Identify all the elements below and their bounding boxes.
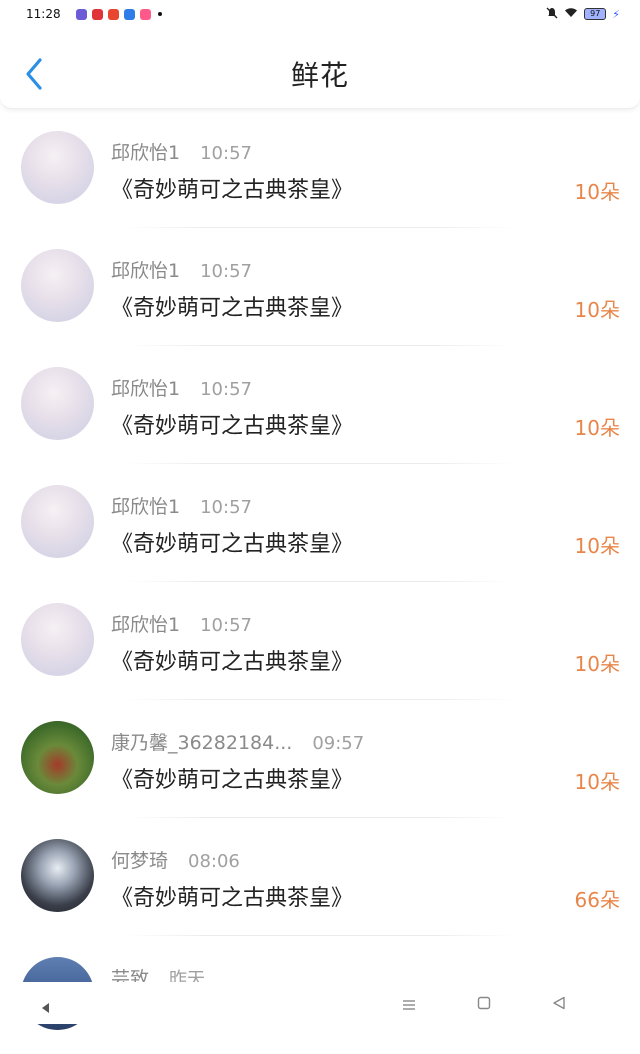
status-bar: 11:28 97 ⚡	[0, 0, 640, 28]
list-item[interactable]: 邱欣怡1 10:57 《奇妙萌可之古典茶皇》 10朵	[0, 110, 640, 228]
header: 鲜花	[0, 28, 640, 109]
book-title: 《奇妙萌可之古典茶皇》	[111, 414, 354, 439]
wifi-icon	[564, 7, 578, 21]
user-line: 邱欣怡1 10:57	[111, 138, 252, 165]
more-notifications-icon	[157, 12, 162, 16]
flower-count: 10朵	[574, 534, 620, 558]
avatar[interactable]	[21, 603, 94, 676]
book-title: 《奇妙萌可之古典茶皇》	[111, 886, 354, 911]
notification-icon	[123, 8, 135, 20]
user-line: 邱欣怡1 10:57	[111, 610, 252, 637]
battery-icon: 97	[584, 8, 607, 20]
flower-count: 10朵	[574, 652, 620, 676]
user-line: 康乃馨_36282184... 09:57	[111, 728, 364, 755]
username[interactable]: 邱欣怡1	[111, 374, 180, 401]
notification-icon	[139, 8, 151, 20]
list-item[interactable]: 何梦琦 08:06 《奇妙萌可之古典茶皇》 66朵	[0, 818, 640, 936]
book-title: 《奇妙萌可之古典茶皇》	[111, 178, 354, 203]
username[interactable]: 邱欣怡1	[111, 138, 180, 165]
system-nav-bar	[0, 982, 640, 1024]
timestamp: 10:57	[200, 261, 252, 282]
username[interactable]: 康乃馨_36282184...	[111, 728, 292, 755]
timestamp: 08:06	[188, 851, 240, 872]
flower-count: 66朵	[574, 888, 620, 912]
avatar[interactable]	[21, 721, 94, 794]
user-line: 何梦琦 08:06	[111, 846, 240, 873]
avatar[interactable]	[21, 839, 94, 912]
timestamp: 10:57	[200, 497, 252, 518]
timestamp: 10:57	[200, 379, 252, 400]
username[interactable]: 何梦琦	[111, 846, 168, 873]
flower-count: 10朵	[574, 416, 620, 440]
flower-count: 10朵	[574, 180, 620, 204]
book-title: 《奇妙萌可之古典茶皇》	[111, 768, 354, 793]
book-title: 《奇妙萌可之古典茶皇》	[111, 296, 354, 321]
back-triangle-icon[interactable]	[42, 998, 50, 1017]
list-item[interactable]: 康乃馨_36282184... 09:57 《奇妙萌可之古典茶皇》 10朵	[0, 700, 640, 818]
list-item[interactable]: 邱欣怡1 10:57 《奇妙萌可之古典茶皇》 10朵	[0, 582, 640, 700]
notification-icon	[75, 8, 87, 20]
user-line: 邱欣怡1 10:57	[111, 256, 252, 283]
home-square-icon[interactable]	[477, 995, 491, 1014]
charging-icon: ⚡	[612, 7, 620, 21]
notification-icon	[91, 8, 103, 20]
timestamp: 10:57	[200, 615, 252, 636]
menu-icon[interactable]	[402, 996, 416, 1015]
avatar[interactable]	[21, 367, 94, 440]
avatar[interactable]	[21, 485, 94, 558]
list-item[interactable]: 邱欣怡1 10:57 《奇妙萌可之古典茶皇》 10朵	[0, 228, 640, 346]
list-item[interactable]: 邱欣怡1 10:57 《奇妙萌可之古典茶皇》 10朵	[0, 464, 640, 582]
page-title: 鲜花	[290, 59, 349, 92]
mute-icon	[546, 7, 558, 22]
user-line: 邱欣怡1 10:57	[111, 492, 252, 519]
flower-list: 邱欣怡1 10:57 《奇妙萌可之古典茶皇》 10朵 邱欣怡1 10:57 《奇…	[0, 110, 640, 1054]
notification-icon	[107, 8, 119, 20]
status-time: 11:28	[26, 7, 61, 21]
username[interactable]: 邱欣怡1	[111, 492, 180, 519]
back-outline-icon[interactable]	[552, 995, 566, 1014]
user-line: 邱欣怡1 10:57	[111, 374, 252, 401]
flower-count: 10朵	[574, 298, 620, 322]
timestamp: 10:57	[200, 143, 252, 164]
list-item[interactable]: 邱欣怡1 10:57 《奇妙萌可之古典茶皇》 10朵	[0, 346, 640, 464]
book-title: 《奇妙萌可之古典茶皇》	[111, 650, 354, 675]
avatar[interactable]	[21, 249, 94, 322]
book-title: 《奇妙萌可之古典茶皇》	[111, 532, 354, 557]
username[interactable]: 邱欣怡1	[111, 256, 180, 283]
avatar[interactable]	[21, 131, 94, 204]
username[interactable]: 邱欣怡1	[111, 610, 180, 637]
timestamp: 09:57	[312, 733, 365, 754]
flower-count: 10朵	[574, 770, 620, 794]
